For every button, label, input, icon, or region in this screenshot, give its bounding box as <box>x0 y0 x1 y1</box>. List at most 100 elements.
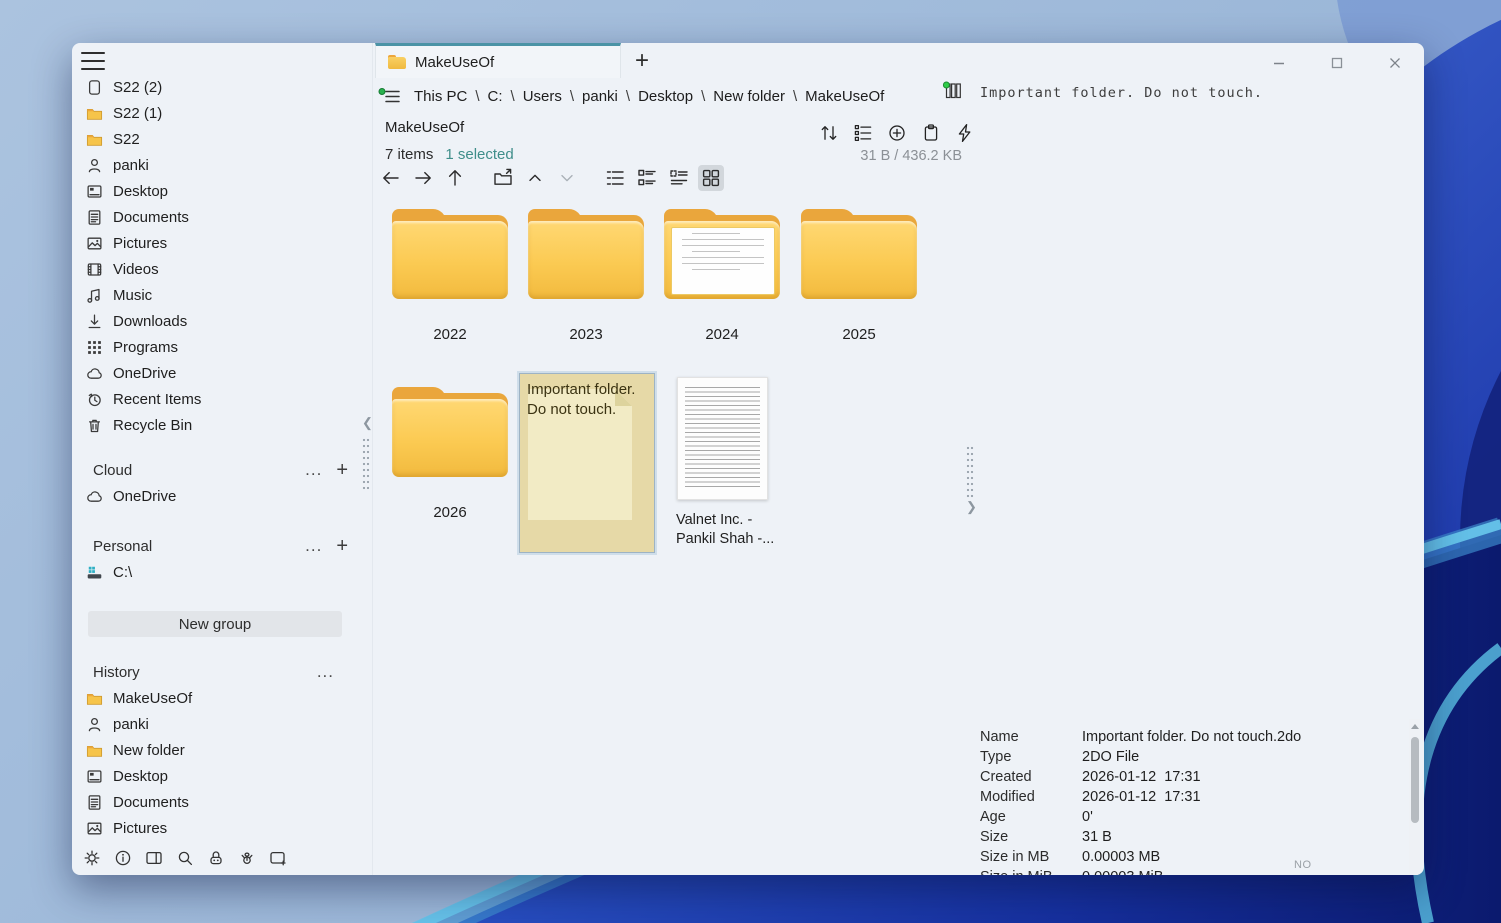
dual-pane-icon <box>146 851 162 865</box>
tab-makeuseof[interactable]: MakeUseOf <box>375 43 621 78</box>
breadcrumb-this-pc[interactable]: This PC <box>414 88 467 105</box>
maximize-button[interactable] <box>1324 51 1350 75</box>
breadcrumb-panki[interactable]: panki <box>582 88 618 105</box>
breadcrumb-filter-icon[interactable] <box>378 87 402 106</box>
cloud-add-button[interactable]: + <box>336 460 348 480</box>
sidebar-divider <box>372 43 373 875</box>
grid-item-folder-2024[interactable]: 2024 <box>654 209 790 343</box>
sidebar-item-s22[interactable]: S22 <box>72 126 364 152</box>
robot-button[interactable] <box>204 846 228 870</box>
folder-icon <box>86 131 103 148</box>
history-item-makeuseof[interactable]: MakeUseOf <box>72 685 364 711</box>
pictures-icon <box>86 820 103 837</box>
breadcrumb-desktop[interactable]: Desktop <box>638 88 693 105</box>
sidebar-item-recycle-bin[interactable]: Recycle Bin <box>72 412 364 438</box>
detail-value: 0.00003 MB <box>1082 849 1161 865</box>
history-item-new-folder[interactable]: New folder <box>72 737 364 763</box>
sidebar-item-programs[interactable]: Programs <box>72 334 364 360</box>
folder-content-thumbnail <box>671 227 775 295</box>
history-section: History ... MakeUseOf panki New folder D… <box>72 659 364 841</box>
personal-more-button[interactable]: ... <box>305 536 322 556</box>
selected-count: 1 selected <box>445 146 514 163</box>
file-content-preview: Important folder. Do not touch. <box>942 81 1263 102</box>
view-grid-button[interactable] <box>698 165 724 191</box>
sidebar-drag-handle[interactable] <box>362 437 370 491</box>
new-item-button[interactable] <box>884 120 910 146</box>
details-scrollbar[interactable] <box>1409 719 1420 875</box>
detail-value: 31 B <box>1082 829 1112 845</box>
history-item-documents[interactable]: Documents <box>72 789 364 815</box>
back-button[interactable] <box>378 165 404 191</box>
quick-actions-button[interactable] <box>952 120 978 146</box>
detail-label: Size in MiB <box>980 869 1082 875</box>
sidebar-item-c-drive[interactable]: C:\ <box>72 559 364 585</box>
sidebar-item-documents[interactable]: Documents <box>72 204 364 230</box>
items-count: 7 items <box>385 146 434 163</box>
breadcrumb-users[interactable]: Users <box>523 88 562 105</box>
plus-circle-icon <box>889 125 905 141</box>
up-button[interactable] <box>442 165 468 191</box>
detail-label: Age <box>980 809 1006 825</box>
sidebar-item-videos[interactable]: Videos <box>72 256 364 282</box>
history-more-button[interactable]: ... <box>317 662 334 682</box>
info-button[interactable] <box>111 846 135 870</box>
close-button[interactable] <box>1382 51 1408 75</box>
search-icon <box>178 851 193 866</box>
menu-icon[interactable] <box>80 50 106 72</box>
view-details-button[interactable] <box>634 165 660 191</box>
select-options-button[interactable] <box>850 120 876 146</box>
new-tab-button[interactable]: + <box>628 47 656 75</box>
history-item-pictures[interactable]: Pictures <box>72 815 364 841</box>
breadcrumb-makeuseof[interactable]: MakeUseOf <box>805 88 884 105</box>
grid-item-folder-2026[interactable]: 2026 <box>382 387 518 521</box>
settings-button[interactable] <box>80 846 104 870</box>
sort-icon <box>821 126 837 140</box>
history-item-desktop[interactable]: Desktop <box>72 763 364 789</box>
sidebar-item-s22-2[interactable]: S22 (2) <box>72 74 364 100</box>
expand-all-button[interactable] <box>554 165 580 191</box>
grid-item-folder-2025[interactable]: 2025 <box>791 209 927 343</box>
collapse-all-button[interactable] <box>522 165 548 191</box>
grid-item-folder-2022[interactable]: 2022 <box>382 209 518 343</box>
sidebar-item-downloads[interactable]: Downloads <box>72 308 364 334</box>
sidebar-item-onedrive[interactable]: OneDrive <box>72 360 364 386</box>
grid-item-important-note-selected[interactable]: Important folder. Do not touch. <box>519 373 655 553</box>
search-button[interactable] <box>173 846 197 870</box>
dual-pane-button[interactable] <box>142 846 166 870</box>
sidebar-item-cloud-onedrive[interactable]: OneDrive <box>72 483 364 509</box>
preview-text: Important folder. Do not touch. <box>980 85 1263 101</box>
history-item-panki[interactable]: panki <box>72 711 364 737</box>
paste-button[interactable] <box>918 120 944 146</box>
grid-item-folder-2023[interactable]: 2023 <box>518 209 654 343</box>
cloud-more-button[interactable]: ... <box>305 460 322 480</box>
scroll-up-icon[interactable] <box>1410 721 1419 730</box>
view-list-button[interactable] <box>602 165 628 191</box>
forward-button[interactable] <box>410 165 436 191</box>
cloud-icon <box>86 488 103 505</box>
breadcrumb-c-drive[interactable]: C: <box>488 88 503 105</box>
sort-button[interactable] <box>816 120 842 146</box>
new-group-button[interactable]: New group <box>88 611 342 637</box>
scrollbar-thumb[interactable] <box>1410 737 1419 823</box>
sidebar-item-music[interactable]: Music <box>72 282 364 308</box>
sidebar-item-desktop[interactable]: Desktop <box>72 178 364 204</box>
breadcrumb-separator: \ <box>625 87 631 105</box>
personal-add-button[interactable]: + <box>336 536 348 556</box>
minimize-button[interactable] <box>1266 51 1292 75</box>
new-window-button[interactable] <box>266 846 290 870</box>
sidebar-item-recent-items[interactable]: Recent Items <box>72 386 364 412</box>
preview-pane-drag-handle[interactable] <box>966 445 974 499</box>
insect-button[interactable] <box>235 846 259 870</box>
view-content-button[interactable] <box>666 165 692 191</box>
grid-item-valnet-document[interactable]: Valnet Inc. - Pankil Shah -... <box>654 377 790 549</box>
sidebar-collapse-chevron[interactable]: ❮ <box>362 415 373 431</box>
sidebar-item-s22-1[interactable]: S22 (1) <box>72 100 364 126</box>
arrow-left-icon <box>383 171 399 185</box>
breadcrumb-new-folder[interactable]: New folder <box>713 88 785 105</box>
history-section-title: History <box>93 663 140 681</box>
sidebar-item-pictures[interactable]: Pictures <box>72 230 364 256</box>
folder-up-icon <box>494 168 512 185</box>
sidebar-item-panki[interactable]: panki <box>72 152 364 178</box>
open-parent-folder-button[interactable] <box>490 165 516 191</box>
preview-pane-collapse-chevron[interactable]: ❯ <box>966 499 977 515</box>
